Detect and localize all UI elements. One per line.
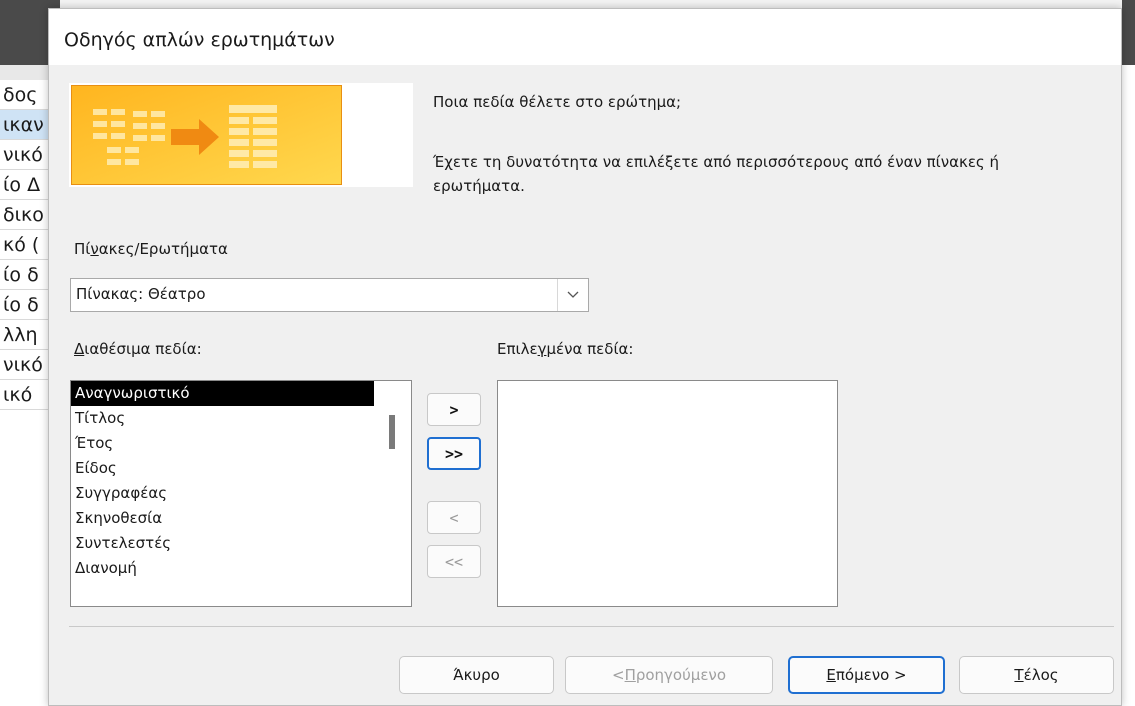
wizard-hint: Έχετε τη δυνατότητα να επιλέξετε από περ… <box>433 153 1000 195</box>
back-button[interactable]: < Προηγούμενο <box>565 656 773 694</box>
next-button[interactable]: Επόμενο > <box>788 656 945 694</box>
field-list-item[interactable]: Σκηνοθεσία <box>71 506 374 531</box>
selected-fields-label: Επιλεγμένα πεδία: <box>497 340 634 358</box>
remove-field-button[interactable]: < <box>427 501 481 534</box>
tables-combo-value: Πίνακας: Θέατρο <box>76 285 206 303</box>
wizard-question: Ποια πεδία θέλετε στο ερώτημα; <box>433 93 682 111</box>
field-list-item[interactable]: Τίτλος <box>71 406 374 431</box>
wizard-banner <box>69 83 413 187</box>
background-right-ribbon <box>1122 0 1135 65</box>
tables-queries-label: Πίνακες/Ερωτήματα <box>74 240 228 258</box>
selected-fields-list[interactable] <box>497 380 838 607</box>
available-fields-scrollbar[interactable] <box>381 381 409 606</box>
available-fields-list[interactable]: Αναγνωριστικό Τίτλος Έτος Είδος Συγγραφέας Σκ… <box>70 380 412 607</box>
dialog-title: Οδηγός απλών ερωτημάτων <box>64 29 335 51</box>
cancel-button[interactable]: Άκυρο <box>399 656 554 694</box>
query-wizard-illustration-icon <box>71 85 342 185</box>
field-list-item[interactable]: Συντελεστές <box>71 531 374 556</box>
field-list-item[interactable]: Διανομή <box>71 556 374 581</box>
add-field-button[interactable]: > <box>427 393 481 426</box>
background-right-edge <box>1122 0 1135 706</box>
chevron-down-icon[interactable] <box>557 279 588 311</box>
simple-query-wizard-dialog: Οδηγός απλών ερωτημάτων Ποια πεδία θέλετ… <box>48 8 1122 706</box>
add-all-fields-button[interactable]: >> <box>427 437 481 470</box>
field-list-item[interactable]: Είδος <box>71 456 374 481</box>
tables-queries-combo[interactable]: Πίνακας: Θέατρο <box>70 278 589 312</box>
field-list-item[interactable]: Συγγραφέας <box>71 481 374 506</box>
field-list-item[interactable]: Έτος <box>71 431 374 456</box>
field-list-item[interactable]: Αναγνωριστικό <box>71 381 374 406</box>
finish-button[interactable]: Τέλος <box>959 656 1114 694</box>
available-fields-label: Διαθέσιμα πεδία: <box>74 340 202 358</box>
dialog-titlebar: Οδηγός απλών ερωτημάτων <box>49 9 1121 65</box>
scrollbar-thumb[interactable] <box>389 415 395 449</box>
remove-all-fields-button[interactable]: << <box>427 545 481 578</box>
dialog-separator <box>69 626 1114 627</box>
